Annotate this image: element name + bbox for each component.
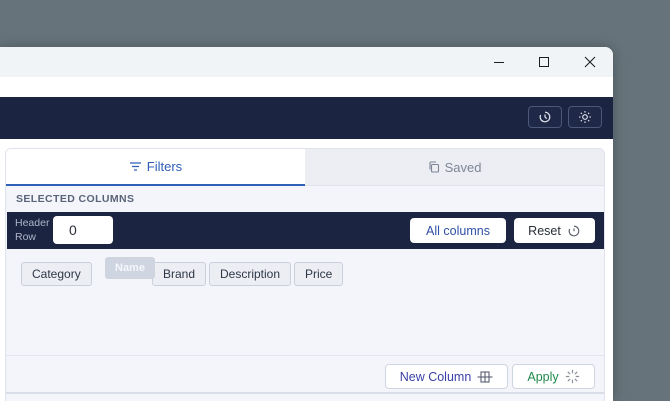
loading-spinner-icon (565, 369, 579, 384)
sun-icon (579, 111, 591, 123)
reset-icon (568, 225, 580, 236)
columns-toolbar: Header Row All columns Reset (7, 212, 604, 249)
all-columns-button[interactable]: All columns (410, 218, 506, 243)
close-icon (584, 56, 596, 68)
column-chip-brand[interactable]: Brand (152, 262, 207, 286)
tab-saved[interactable]: Saved (305, 149, 604, 186)
close-button[interactable] (567, 47, 613, 77)
header-row-input[interactable] (53, 216, 113, 244)
reset-button-label: Reset (528, 223, 561, 238)
column-chip-category[interactable]: Category (21, 262, 92, 286)
tab-filters-label: Filters (146, 159, 183, 174)
column-chip-description[interactable]: Description (209, 262, 292, 286)
footer-divider (6, 392, 604, 394)
filters-panel: Filters Saved SELECTED COLUMNS Header Ro… (5, 148, 605, 401)
copy-icon (429, 161, 439, 173)
section-title: SELECTED COLUMNS (16, 193, 135, 205)
toolbar-strip (0, 77, 613, 97)
panel-footer: New Column Apply (6, 355, 604, 401)
tab-filters[interactable]: Filters (6, 149, 305, 186)
app-header (0, 97, 613, 139)
add-column-icon (477, 370, 493, 383)
apply-label: Apply (527, 369, 559, 384)
header-row-label-line1: Header (15, 217, 50, 229)
header-row-label-line2: Row (15, 231, 37, 243)
tab-saved-label: Saved (444, 159, 482, 175)
reset-button[interactable]: Reset (514, 218, 595, 243)
column-chip-price[interactable]: Price (294, 262, 344, 286)
dragging-chip-name[interactable]: Name (105, 257, 155, 279)
maximize-icon (539, 57, 549, 67)
apply-button[interactable]: Apply (512, 364, 595, 389)
new-column-label: New Column (399, 369, 472, 384)
header-row-label: Header Row (15, 216, 49, 244)
history-icon (539, 111, 551, 123)
minimize-button[interactable] (476, 47, 522, 77)
new-column-button[interactable]: New Column (385, 364, 508, 389)
filter-lines-icon (129, 162, 141, 171)
title-bar (0, 47, 613, 77)
selected-columns-area: Category Brand Description Price Name (6, 249, 604, 354)
theme-toggle-button[interactable] (568, 106, 602, 128)
history-button[interactable] (528, 106, 562, 128)
maximize-button[interactable] (521, 47, 567, 77)
minimize-icon (494, 62, 504, 63)
tab-bar: Filters Saved (6, 149, 604, 186)
app-window: Filters Saved SELECTED COLUMNS Header Ro… (0, 47, 613, 401)
